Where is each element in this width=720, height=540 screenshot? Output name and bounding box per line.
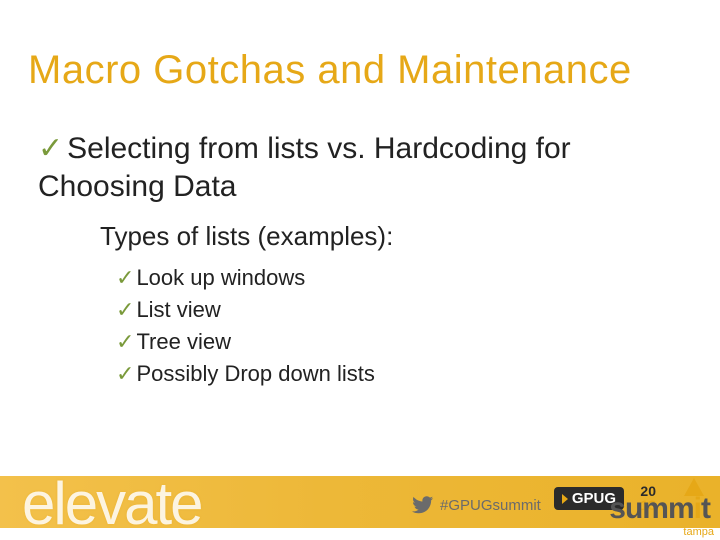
list-item: ✓List view	[116, 294, 680, 326]
list-item: ✓Tree view	[116, 326, 680, 358]
check-icon: ✓	[116, 265, 134, 290]
slide: Macro Gotchas and Maintenance ✓Selecting…	[0, 0, 720, 540]
list-item: ✓Possibly Drop down lists	[116, 358, 680, 390]
triangle-icon	[562, 494, 568, 504]
check-icon: ✓	[116, 329, 134, 354]
summit-wordmark: summit	[609, 492, 710, 526]
summit-pre: summ	[609, 492, 693, 526]
summit-i: i	[694, 492, 701, 526]
bullet-level-2: Types of lists (examples):	[100, 221, 680, 252]
list-item-label: Look up windows	[136, 265, 305, 290]
list-item: ✓Look up windows	[116, 262, 680, 294]
hashtag: #GPUGsummit	[412, 494, 541, 516]
location-label: tampa	[683, 526, 714, 538]
list-item-label: Tree view	[136, 329, 231, 354]
list-item-label: Possibly Drop down lists	[136, 361, 374, 386]
brand-wordmark: elevate	[22, 469, 201, 538]
check-icon: ✓	[116, 361, 134, 386]
bullet-level-3-group: ✓Look up windows ✓List view ✓Tree view ✓…	[116, 262, 680, 390]
summit-post: t	[701, 492, 710, 526]
check-icon: ✓	[116, 297, 134, 322]
footer: elevate #GPUGsummit GPUG 20 13 summit ta…	[0, 460, 720, 540]
twitter-bird-icon	[412, 494, 434, 516]
slide-body: ✓Selecting from lists vs. Hardcoding for…	[38, 130, 680, 390]
hashtag-text: #GPUGsummit	[440, 497, 541, 514]
list-item-label: List view	[136, 297, 220, 322]
slide-title: Macro Gotchas and Maintenance	[28, 48, 632, 93]
bullet-level-1: ✓Selecting from lists vs. Hardcoding for…	[38, 130, 680, 205]
check-icon: ✓	[38, 132, 63, 165]
bullet-main-text: Selecting from lists vs. Hardcoding for …	[38, 132, 571, 203]
